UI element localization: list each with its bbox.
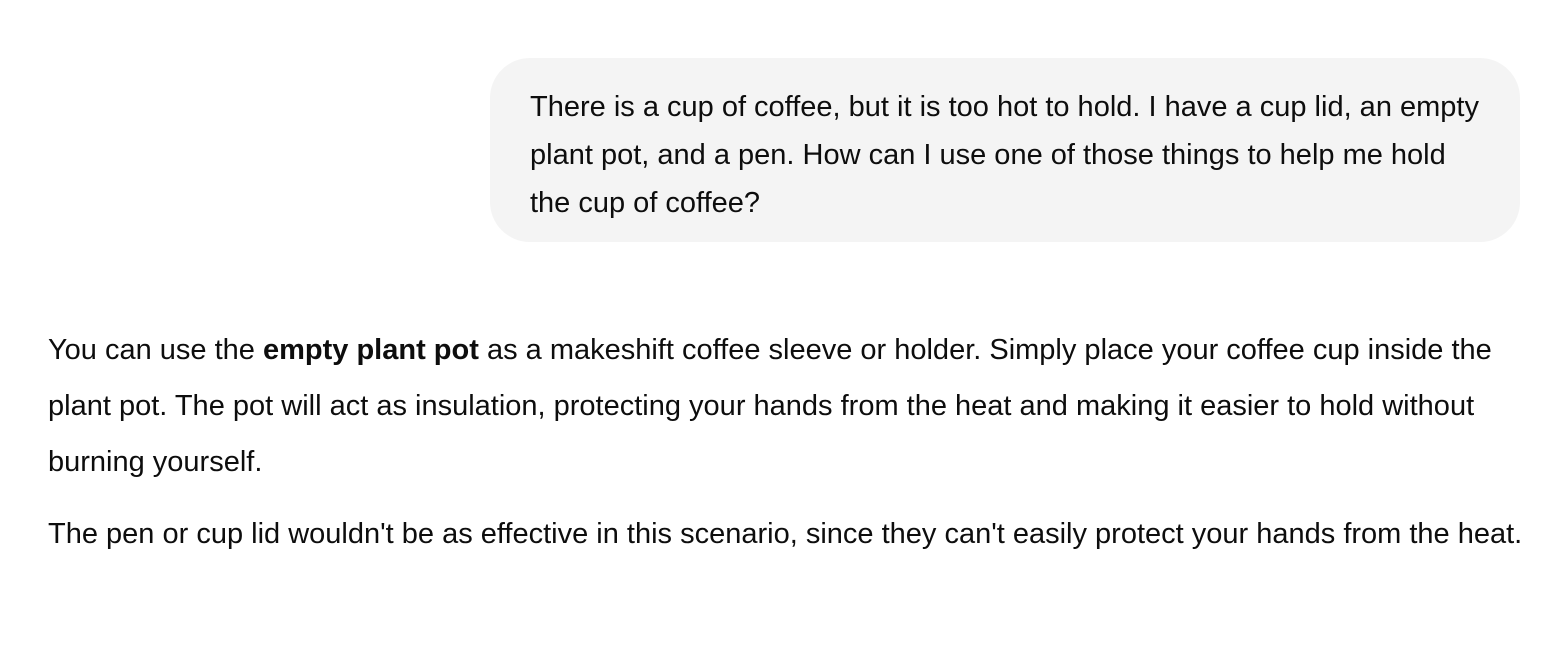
user-message-text: There is a cup of coffee, but it is too …: [530, 91, 1479, 219]
user-message-bubble: There is a cup of coffee, but it is too …: [490, 58, 1520, 242]
assistant-bold-phrase: empty plant pot: [263, 334, 479, 366]
assistant-message: You can use the empty plant pot as a mak…: [48, 322, 1528, 562]
assistant-paragraph-1-start: You can use the: [48, 334, 263, 366]
assistant-paragraph-2: The pen or cup lid wouldn't be as effect…: [48, 518, 1523, 550]
conversation-thread: There is a cup of coffee, but it is too …: [0, 0, 1560, 652]
assistant-paragraph-1: You can use the empty plant pot as a mak…: [48, 322, 1528, 490]
